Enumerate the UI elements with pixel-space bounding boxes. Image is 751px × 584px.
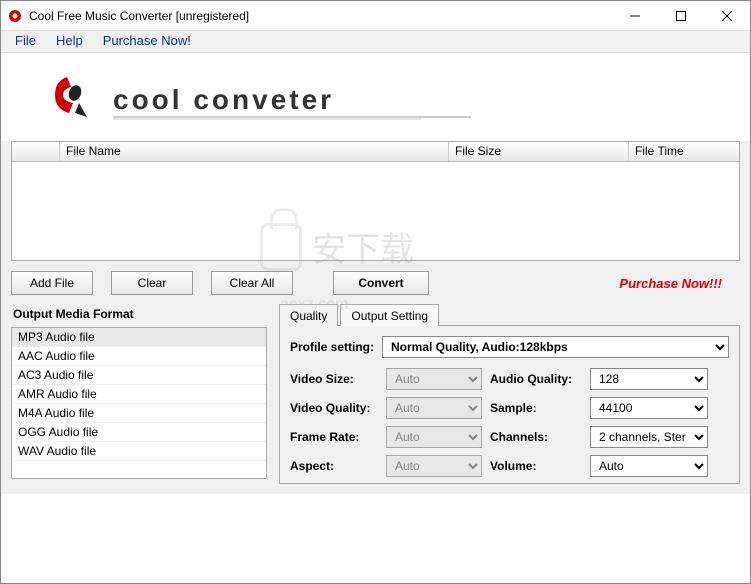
volume-select[interactable]: Auto xyxy=(590,455,708,477)
window-title: Cool Free Music Converter [unregistered] xyxy=(29,9,612,23)
video-quality-label: Video Quality: xyxy=(290,401,382,415)
menu-file[interactable]: File xyxy=(5,31,46,52)
clear-button[interactable]: Clear xyxy=(111,271,193,295)
tab-content-quality: Profile setting: Normal Quality, Audio:1… xyxy=(279,325,740,484)
format-item-mp3[interactable]: MP3 Audio file xyxy=(12,328,266,347)
channels-select[interactable]: 2 channels, Ster xyxy=(590,426,708,448)
tab-output-setting[interactable]: Output Setting xyxy=(340,304,439,326)
file-table-body[interactable] xyxy=(12,162,739,260)
logo-area: cool conveter xyxy=(1,53,750,137)
menu-help[interactable]: Help xyxy=(46,31,93,52)
convert-button[interactable]: Convert xyxy=(333,271,429,295)
main-content: File Name File Size File Time Add File C… xyxy=(1,141,750,494)
close-button[interactable] xyxy=(704,1,750,31)
video-size-label: Video Size: xyxy=(290,372,382,386)
video-quality-select[interactable]: Auto xyxy=(386,397,482,419)
settings-grid: Video Size: Auto Audio Quality: 128 Vide… xyxy=(290,368,729,477)
format-item-wav[interactable]: WAV Audio file xyxy=(12,442,266,461)
logo-text: cool conveter xyxy=(113,84,334,115)
col-filetime[interactable]: File Time xyxy=(629,142,739,161)
format-item-ogg[interactable]: OGG Audio file xyxy=(12,423,266,442)
clear-all-button[interactable]: Clear All xyxy=(211,271,293,295)
channels-label: Channels: xyxy=(490,430,586,444)
file-table: File Name File Size File Time xyxy=(11,141,740,261)
audio-quality-select[interactable]: 128 xyxy=(590,368,708,390)
profile-select[interactable]: Normal Quality, Audio:128kbps xyxy=(382,336,729,358)
format-item-m4a[interactable]: M4A Audio file xyxy=(12,404,266,423)
format-item-aac[interactable]: AAC Audio file xyxy=(12,347,266,366)
volume-label: Volume: xyxy=(490,459,586,473)
output-format-panel: Output Media Format MP3 Audio file AAC A… xyxy=(11,303,267,484)
add-file-button[interactable]: Add File xyxy=(11,271,93,295)
sample-select[interactable]: 44100 xyxy=(590,397,708,419)
profile-row: Profile setting: Normal Quality, Audio:1… xyxy=(290,336,729,358)
settings-panel: Quality Output Setting Profile setting: … xyxy=(279,303,740,484)
minimize-button[interactable] xyxy=(612,1,658,31)
logo: cool conveter xyxy=(41,71,471,123)
frame-rate-select[interactable]: Auto xyxy=(386,426,482,448)
window-controls xyxy=(612,1,750,31)
settings-tabs: Quality Output Setting xyxy=(279,303,740,325)
output-format-title: Output Media Format xyxy=(11,303,267,327)
maximize-button[interactable] xyxy=(658,1,704,31)
aspect-label: Aspect: xyxy=(290,459,382,473)
col-filesize[interactable]: File Size xyxy=(449,142,629,161)
format-item-ac3[interactable]: AC3 Audio file xyxy=(12,366,266,385)
sample-label: Sample: xyxy=(490,401,586,415)
menubar: File Help Purchase Now! xyxy=(1,31,750,53)
lower-area: Output Media Format MP3 Audio file AAC A… xyxy=(11,303,740,494)
menu-purchase[interactable]: Purchase Now! xyxy=(93,31,201,52)
video-size-select[interactable]: Auto xyxy=(386,368,482,390)
tab-quality[interactable]: Quality xyxy=(279,304,338,326)
titlebar: Cool Free Music Converter [unregistered] xyxy=(1,1,750,31)
button-row: Add File Clear Clear All Convert Purchas… xyxy=(11,261,740,303)
purchase-now-link[interactable]: Purchase Now!!! xyxy=(619,276,722,291)
frame-rate-label: Frame Rate: xyxy=(290,430,382,444)
app-icon xyxy=(7,8,23,24)
audio-quality-label: Audio Quality: xyxy=(490,372,586,386)
aspect-select[interactable]: Auto xyxy=(386,455,482,477)
profile-label: Profile setting: xyxy=(290,340,382,354)
format-item-amr[interactable]: AMR Audio file xyxy=(12,385,266,404)
file-table-header: File Name File Size File Time xyxy=(12,142,739,162)
col-filename[interactable]: File Name xyxy=(60,142,449,161)
format-list[interactable]: MP3 Audio file AAC Audio file AC3 Audio … xyxy=(11,327,267,479)
col-index[interactable] xyxy=(12,142,60,161)
